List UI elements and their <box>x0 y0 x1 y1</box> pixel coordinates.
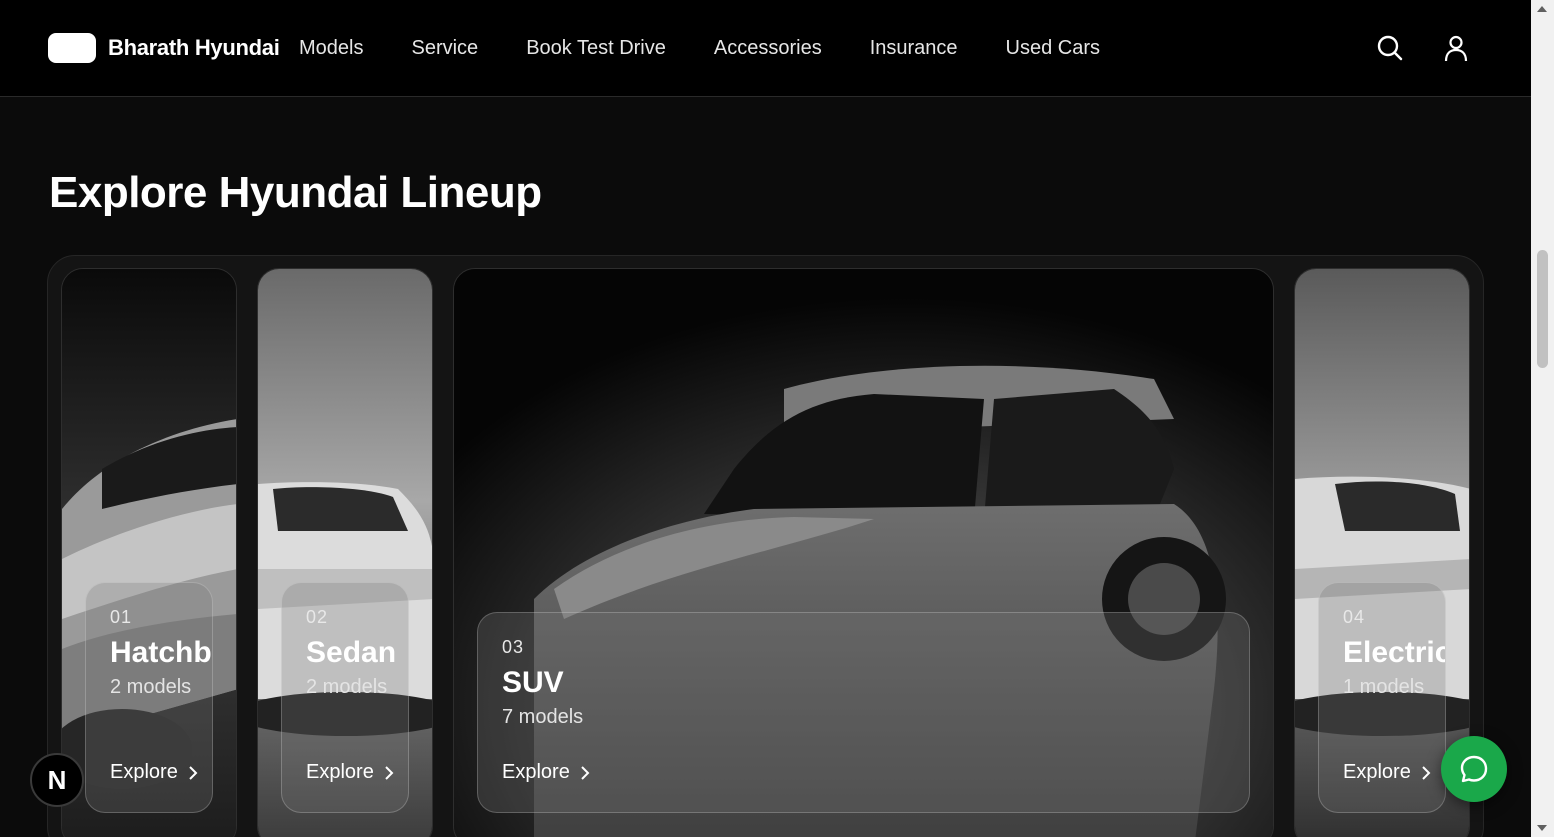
page: Bharath Hyundai Models Service Book Test… <box>0 0 1554 837</box>
chevron-right-icon <box>384 765 394 781</box>
card-info-suv: 03 SUV 7 models Explore <box>477 612 1250 813</box>
brand-name: Bharath Hyundai <box>108 35 280 60</box>
explore-label: Explore <box>110 761 178 783</box>
card-number: 04 <box>1343 607 1366 627</box>
explore-label: Explore <box>1343 761 1411 783</box>
explore-link-sedan[interactable]: Explore <box>306 761 394 784</box>
chevron-right-icon <box>580 765 590 781</box>
card-info-sedan: 02 Sedan 2 models Explore <box>281 582 409 813</box>
site-header: Bharath Hyundai Models Service Book Test… <box>0 0 1531 97</box>
card-title: Electric <box>1343 636 1446 669</box>
card-title: SUV <box>502 666 564 699</box>
card-info-hatchback: 01 Hatchback 2 models Explore <box>85 582 213 813</box>
search-button[interactable] <box>1375 33 1405 63</box>
brand[interactable]: Bharath Hyundai <box>48 33 280 63</box>
card-number: 02 <box>306 607 329 627</box>
scroll-down-arrow-icon[interactable] <box>1537 825 1547 831</box>
card-title: Sedan <box>306 636 397 669</box>
chevron-right-icon <box>188 765 198 781</box>
explore-link-electric[interactable]: Explore <box>1343 761 1431 784</box>
chat-button[interactable] <box>1441 736 1507 802</box>
nav-item-used-cars[interactable]: Used Cars <box>1006 37 1100 60</box>
section-title: Explore Hyundai Lineup <box>49 168 542 217</box>
nav-item-models[interactable]: Models <box>299 37 363 60</box>
scroll-thumb[interactable] <box>1537 250 1548 368</box>
main-nav: Models Service Book Test Drive Accessori… <box>299 34 1100 62</box>
explore-label: Explore <box>502 761 570 783</box>
nav-item-accessories[interactable]: Accessories <box>714 37 822 60</box>
user-icon <box>1444 35 1468 62</box>
page-scrollbar[interactable] <box>1531 0 1554 837</box>
card-number: 01 <box>110 607 133 627</box>
chevron-right-icon <box>1421 765 1431 781</box>
card-model-count: 7 models <box>502 706 584 728</box>
nextjs-dev-button[interactable]: N <box>30 753 84 807</box>
card-info-electric: 04 Electric 1 models Explore <box>1318 582 1446 813</box>
brand-logo <box>48 33 96 63</box>
nav-item-insurance[interactable]: Insurance <box>870 37 958 60</box>
search-icon <box>1377 35 1403 61</box>
card-model-count: 2 models <box>306 676 388 698</box>
card-number: 03 <box>502 637 525 657</box>
account-button[interactable] <box>1441 33 1471 63</box>
card-model-count: 2 models <box>110 676 192 698</box>
card-model-count: 1 models <box>1343 676 1425 698</box>
explore-label: Explore <box>306 761 374 783</box>
nav-item-service[interactable]: Service <box>411 37 478 60</box>
card-title: Hatchback <box>110 636 212 669</box>
scroll-up-arrow-icon[interactable] <box>1537 6 1547 12</box>
nav-item-book-test-drive[interactable]: Book Test Drive <box>526 37 666 60</box>
explore-link-suv[interactable]: Explore <box>502 761 590 784</box>
explore-link-hatchback[interactable]: Explore <box>110 761 198 784</box>
chat-icon <box>1460 755 1488 783</box>
